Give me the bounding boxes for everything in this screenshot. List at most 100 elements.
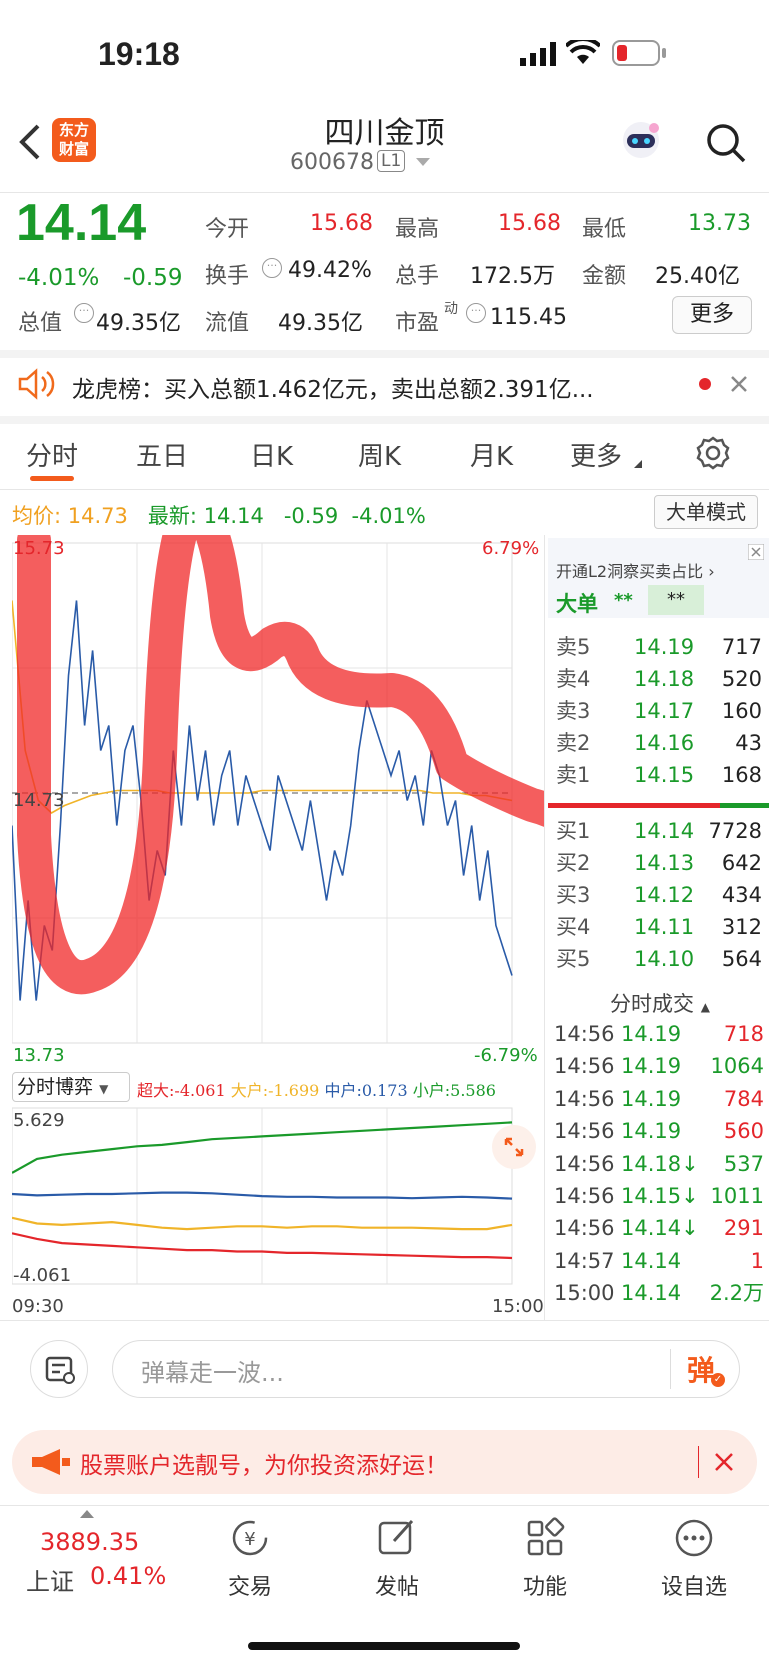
info-icon[interactable]: ··· (262, 258, 282, 278)
ask-row: 卖4 14.18 520 (556, 667, 762, 691)
game-y-top: 5.629 (13, 1110, 65, 1131)
y-top-label: 15.73 (13, 538, 65, 559)
promo-text: 股票账户选靓号，为你投资添好运！ (80, 1453, 448, 1479)
danmaku-input[interactable]: 弹幕走一波... 弹 ✓ (112, 1340, 740, 1398)
grid-icon (527, 1517, 565, 1556)
robot-avatar-icon[interactable] (618, 118, 664, 164)
time-end: 15:00 (492, 1296, 544, 1317)
turnover-value: 49.42% (288, 258, 372, 283)
big-order-stars-2: ** (648, 585, 704, 615)
amount-value: 25.40亿 (655, 264, 740, 289)
game-selector[interactable]: 分时博弈 ▼ (12, 1072, 130, 1102)
promo-banner-close-icon[interactable] (714, 1452, 734, 1472)
big-order-mode-button[interactable]: 大单模式 (654, 495, 758, 529)
tab-function[interactable]: 功能 (475, 1515, 615, 1601)
low-value: 13.73 (688, 211, 751, 236)
game-chart[interactable] (12, 1106, 544, 1294)
tab-intraday[interactable]: 分时 (26, 436, 78, 473)
tab-weekly-k[interactable]: 周K (358, 436, 401, 473)
index-pct[interactable]: 0.41% (90, 1562, 166, 1590)
trade-icon: ¥ (232, 1520, 268, 1556)
tab-watchlist[interactable]: 设自选 (624, 1515, 764, 1601)
tab-trade[interactable]: ¥ 交易 (180, 1515, 320, 1601)
tab-daily-k[interactable]: 日K (250, 436, 293, 473)
megaphone-icon (32, 1449, 70, 1475)
promo-close-icon[interactable] (748, 544, 764, 560)
bid-list: 买1 14.14 7728 买2 14.13 642 买3 14.12 434 买4 14.11 31… (556, 815, 762, 975)
ask-row: 卖2 14.16 43 (556, 731, 762, 755)
game-y-bottom: -4.061 (13, 1265, 72, 1286)
float-label: 流值 (205, 311, 250, 336)
search-icon[interactable] (705, 122, 747, 164)
bid-row: 买1 14.14 7728 (556, 819, 762, 843)
open-label: 今开 (205, 217, 250, 242)
dropdown-icon[interactable] (416, 158, 430, 168)
intraday-chart[interactable] (12, 535, 544, 1070)
high-label: 最高 (395, 217, 440, 242)
current-price: 14.14 (16, 194, 147, 252)
notice-text[interactable]: 龙虎榜：买入总额1.462亿元，卖出总额2.391亿... (72, 370, 662, 404)
game-legend: 超大:-4.061 大户:-1.699 中户:0.173 小户:5.586 (137, 1081, 496, 1100)
chart-info-row: 均价: 14.73 最新: 14.14 -0.59 -4.01% (12, 504, 426, 528)
pe-label: 市盈 (395, 311, 440, 336)
wifi-icon (566, 40, 600, 64)
trade-row: 14:56 14.18↓ 537 (554, 1151, 764, 1176)
open-value: 15.68 (310, 211, 373, 236)
level-badge[interactable]: L1 (377, 150, 406, 172)
expand-icon[interactable] (492, 1125, 536, 1169)
y-bottom-label: 13.73 (13, 1045, 65, 1066)
tab-monthly-k[interactable]: 月K (470, 436, 513, 473)
y-mid-label: 14.73 (13, 790, 65, 811)
trade-row: 14:56 14.19 718 (554, 1022, 764, 1046)
promo-banner[interactable]: 股票账户选靓号，为你投资添好运！ (12, 1430, 757, 1494)
turnover-label: 换手 (205, 264, 250, 289)
battery-icon (612, 40, 660, 66)
tab-more[interactable]: 更多 (570, 436, 622, 473)
ask-row: 卖3 14.17 160 (556, 699, 762, 723)
trade-list: 14:56 14.19 718 14:56 14.19 1064 14:56 14.19 784… (554, 1018, 764, 1310)
low-label: 最低 (582, 217, 627, 242)
index-name[interactable]: 上证 (26, 1562, 74, 1597)
volume-label: 总手 (395, 264, 440, 289)
float-value: 49.35亿 (278, 311, 363, 336)
ask-list: 卖5 14.19 717 卖4 14.18 520 卖3 14.17 160 卖2 14.16 43 卖… (556, 631, 762, 791)
trade-row: 14:56 14.19 1064 (554, 1054, 764, 1079)
tab-indicator (30, 476, 74, 481)
trade-row: 14:57 14.14 1 (554, 1248, 764, 1273)
close-icon[interactable] (730, 375, 748, 393)
unread-dot (699, 378, 711, 390)
tab-more-arrow-icon (634, 460, 642, 468)
danmaku-toggle[interactable] (30, 1340, 88, 1398)
svg-text:¥: ¥ (244, 1529, 255, 1550)
index-value[interactable]: 3889.35 (40, 1528, 139, 1556)
pe-sup: 动 (444, 301, 458, 317)
index-expand-icon[interactable] (80, 1510, 94, 1518)
more-dots-icon (675, 1519, 713, 1557)
status-time: 19:18 (98, 36, 180, 72)
l2-promo-text[interactable]: 开通L2洞察买卖占比 › (556, 558, 715, 582)
volume-value: 172.5万 (470, 264, 555, 289)
info-icon[interactable]: ··· (74, 303, 94, 323)
bid-row: 买2 14.13 642 (556, 851, 762, 875)
big-order-label: 大单 (556, 592, 598, 616)
amount-label: 金额 (582, 264, 627, 289)
home-indicator (248, 1642, 520, 1650)
bid-ask-bar-green (720, 803, 769, 808)
big-order-stars-1: ** (614, 590, 633, 611)
pe-value: 115.45 (490, 305, 567, 330)
danmaku-placeholder: 弹幕走一波... (141, 1359, 284, 1387)
danmaku-settings-icon (45, 1356, 75, 1384)
high-value: 15.68 (498, 211, 561, 236)
tab-5day[interactable]: 五日 (136, 436, 188, 473)
trades-title[interactable]: 分时成交 ▲ (610, 988, 710, 1018)
info-icon[interactable]: ··· (466, 303, 486, 323)
bid-row: 买4 14.11 312 (556, 915, 762, 939)
mcap-value: 49.35亿 (96, 311, 181, 336)
settings-gear-icon[interactable] (696, 436, 730, 470)
tab-post[interactable]: 发帖 (327, 1515, 467, 1601)
trade-row: 14:56 14.19 560 (554, 1119, 764, 1144)
trade-row: 14:56 14.14↓ 291 (554, 1216, 764, 1241)
stock-header: 东方 财富 四川金顶 600678 L1 (0, 110, 769, 192)
signal-icon (520, 42, 556, 66)
more-button[interactable]: 更多 (672, 296, 752, 334)
